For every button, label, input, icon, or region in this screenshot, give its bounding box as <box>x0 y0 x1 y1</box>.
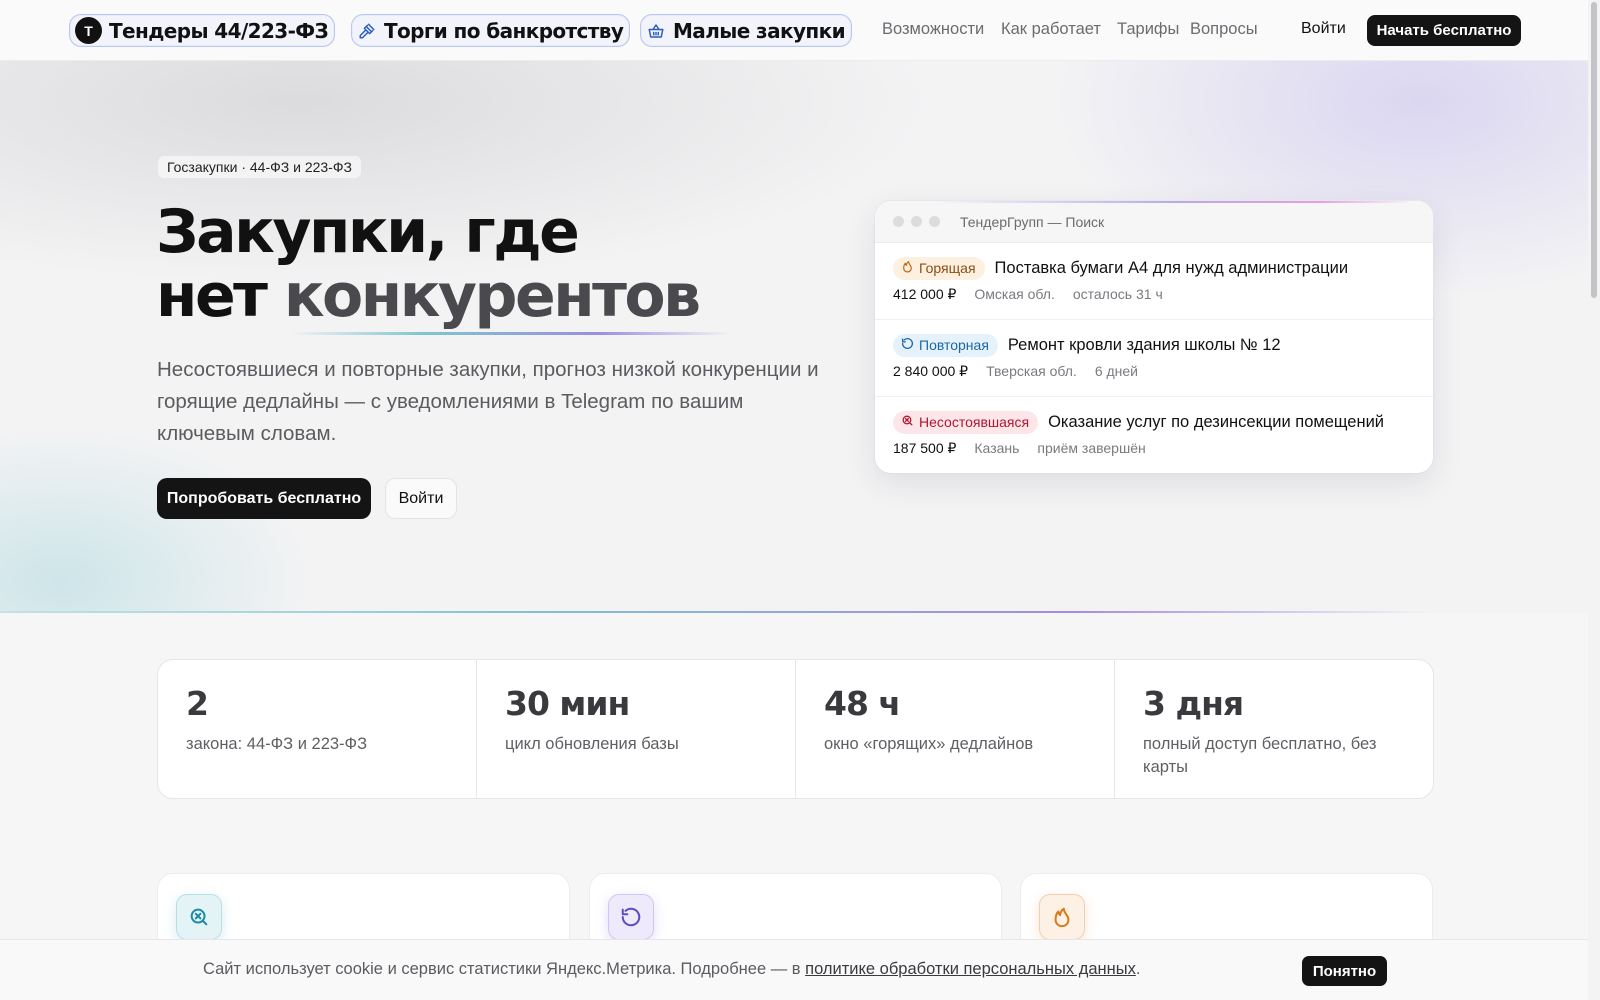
privacy-policy-link[interactable]: политике обработки персональных данных <box>805 960 1136 978</box>
product-pill-label: Малые закупки <box>673 18 846 43</box>
page-scrollbar[interactable] <box>1588 0 1600 1000</box>
tender-row[interactable]: Горящая Поставка бумаги А4 для нужд адми… <box>875 243 1433 320</box>
stats-panel: 2 закона: 44-ФЗ и 223-ФЗ 30 мин цикл обн… <box>157 659 1434 799</box>
refresh-icon <box>608 894 654 940</box>
search-preview-window: ТендерГрупп — Поиск Горящая Поставка бум… <box>875 201 1433 473</box>
hero-login-button[interactable]: Войти <box>385 478 457 519</box>
tender-title: Оказание услуг по дезинсекции помещений <box>1048 412 1385 431</box>
cookie-text: Сайт использует cookie и сервис статисти… <box>203 960 1140 979</box>
stat-laws: 2 закона: 44-ФЗ и 223-ФЗ <box>158 660 477 798</box>
tender-region: Тверская обл. <box>986 363 1077 379</box>
tender-title: Ремонт кровли здания школы № 12 <box>1007 335 1281 354</box>
nav-link-how-it-works[interactable]: Как работает <box>1001 20 1101 39</box>
gavel-icon <box>357 21 377 41</box>
cookie-text-main: Сайт использует cookie и сервис статисти… <box>203 960 806 978</box>
stat-value: 3 дня <box>1143 684 1244 723</box>
window-dot <box>911 216 922 227</box>
headline-underline <box>290 332 730 335</box>
tender-row[interactable]: Несостоявшаяся Оказание услуг по дезинсе… <box>875 397 1433 473</box>
stat-update-cycle: 30 мин цикл обновления базы <box>477 660 796 798</box>
refresh-icon <box>901 337 914 353</box>
badge-label: Повторная <box>919 337 989 353</box>
flame-icon <box>1039 894 1085 940</box>
window-titlebar: ТендерГрупп — Поиск <box>875 201 1433 243</box>
stat-value: 48 ч <box>824 684 901 723</box>
search-x-icon <box>176 894 222 940</box>
badge-label: Горящая <box>919 260 976 276</box>
stat-label: полный доступ бесплатно, без карты <box>1143 735 1377 776</box>
stat-hot-window: 48 ч окно «горящих» дедлайнов <box>796 660 1115 798</box>
top-nav: Т Тендеры 44/223-ФЗ Торги по банкротству… <box>0 0 1600 61</box>
cookie-text-end: . <box>1135 960 1141 978</box>
product-pill-tenders[interactable]: Т Тендеры 44/223-ФЗ <box>69 14 336 47</box>
hero-headline: Закупки, где нет конкурентов <box>156 197 701 331</box>
nav-link-features[interactable]: Возможности <box>882 20 984 39</box>
tender-deadline: приём завершён <box>1037 440 1146 456</box>
tender-price: 2 840 000 ₽ <box>893 363 969 379</box>
product-pill-label: Торги по банкротству <box>384 18 624 43</box>
scrollbar-thumb[interactable] <box>1591 2 1597 298</box>
window-dot <box>929 216 940 227</box>
search-x-icon <box>901 414 914 430</box>
start-free-button[interactable]: Начать бесплатно <box>1367 15 1521 46</box>
tender-price: 187 500 ₽ <box>893 440 957 456</box>
cookie-accept-button[interactable]: Понятно <box>1302 956 1387 986</box>
hero-divider <box>0 611 1430 613</box>
nav-login-link[interactable]: Войти <box>1301 20 1346 38</box>
tender-deadline: 6 дней <box>1094 363 1138 379</box>
try-free-button[interactable]: Попробовать бесплатно <box>157 478 371 519</box>
stat-value: 2 <box>186 684 209 723</box>
window-dot <box>893 216 904 227</box>
hero-lead: Несостоявшиеся и повторные закупки, прог… <box>157 358 819 445</box>
headline-line-1: Закупки, где <box>156 197 580 267</box>
hero-kicker: Госзакупки · 44-ФЗ и 223-ФЗ <box>158 156 361 178</box>
product-pill-label: Тендеры 44/223-ФЗ <box>109 18 329 43</box>
nav-link-pricing[interactable]: Тарифы <box>1117 20 1179 39</box>
stat-label: закона: 44-ФЗ и 223-ФЗ <box>186 735 368 753</box>
headline-accent: конкурентов <box>283 261 701 331</box>
badge-label: Несостоявшаяся <box>919 414 1030 430</box>
cookie-banner: Сайт использует cookie и сервис статисти… <box>0 939 1600 1000</box>
headline-line-2: нет <box>156 261 284 331</box>
stat-label: цикл обновления базы <box>505 735 679 753</box>
status-badge-repeat: Повторная <box>893 333 998 357</box>
tender-price: 412 000 ₽ <box>893 286 957 302</box>
product-pill-bankruptcy[interactable]: Торги по банкротству <box>351 14 631 47</box>
tender-title: Поставка бумаги А4 для нужд администраци… <box>994 258 1349 277</box>
window-title: ТендерГрупп — Поиск <box>960 213 1105 230</box>
basket-icon <box>646 21 666 41</box>
tender-deadline: осталось 31 ч <box>1072 286 1163 302</box>
stat-value: 30 мин <box>505 684 630 723</box>
flame-icon <box>901 260 914 276</box>
status-badge-hot: Горящая <box>893 256 985 280</box>
tender-row[interactable]: Повторная Ремонт кровли здания школы № 1… <box>875 320 1433 397</box>
tender-region: Омская обл. <box>974 286 1055 302</box>
tender-region: Казань <box>974 440 1020 456</box>
status-badge-failed: Несостоявшаяся <box>893 410 1039 434</box>
product-pill-small-purchases[interactable]: Малые закупки <box>640 14 852 47</box>
brand-logo: Т <box>75 17 102 44</box>
stat-label: окно «горящих» дедлайнов <box>824 735 1034 753</box>
nav-link-faq[interactable]: Вопросы <box>1190 20 1258 39</box>
stat-free-trial: 3 дня полный доступ бесплатно, без карты <box>1115 660 1433 798</box>
